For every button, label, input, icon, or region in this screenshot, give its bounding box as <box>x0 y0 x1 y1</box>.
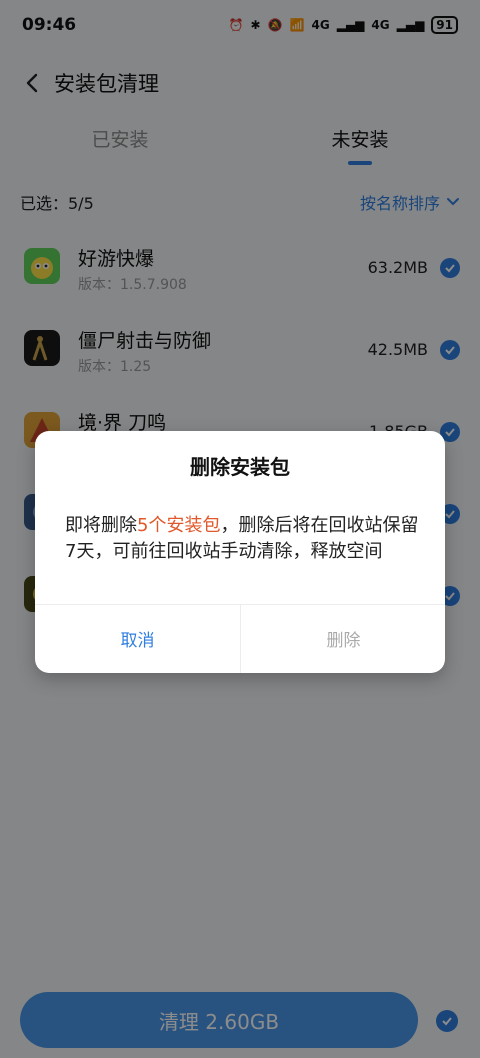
dialog-message-prefix: 即将删除 <box>65 515 137 536</box>
dialog-message-highlight: 5个安装包 <box>137 515 221 536</box>
dialog-title: 删除安装包 <box>190 455 290 479</box>
delete-dialog: 删除安装包 即将删除5个安装包，删除后将在回收站保留7天，可前往回收站手动清除，… <box>35 431 445 673</box>
dialog-message: 即将删除5个安装包，删除后将在回收站保留7天，可前往回收站手动清除，释放空间 <box>65 513 420 565</box>
cancel-button[interactable]: 取消 <box>35 604 240 673</box>
delete-button[interactable]: 删除 <box>241 604 445 673</box>
